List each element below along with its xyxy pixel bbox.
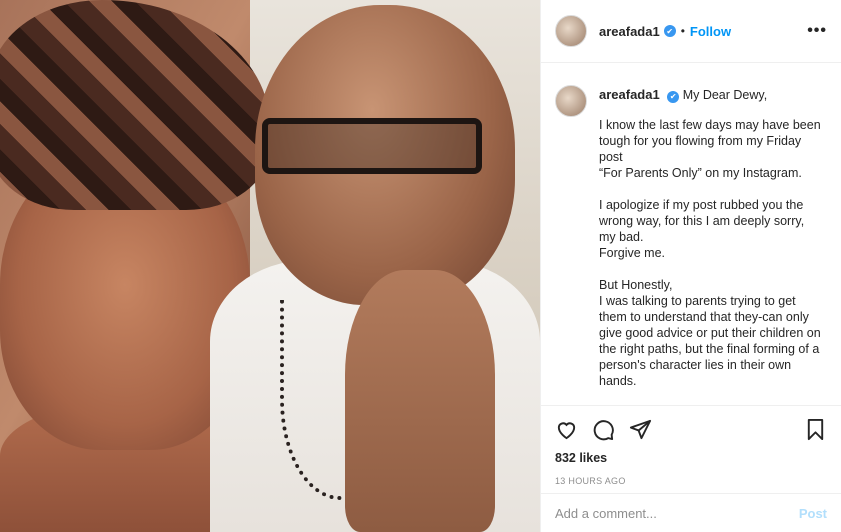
caption-verified-badge-icon: ✔ [667, 91, 680, 103]
heart-icon[interactable] [555, 418, 578, 441]
share-icon[interactable] [629, 418, 652, 441]
caption-avatar[interactable] [555, 85, 587, 117]
comment-bar: Post [541, 493, 841, 532]
caption-greeting: My Dear Dewy, [682, 88, 768, 102]
caption: areafada1 ✔ My Dear Dewy, I know the las… [541, 63, 841, 405]
separator-dot: • [680, 24, 685, 38]
caption-text: I know the last few days may have been t… [599, 118, 821, 388]
avatar[interactable] [555, 15, 587, 47]
timestamp[interactable]: 13 HOURS AGO [555, 476, 827, 486]
post-actions: 832 likes 13 HOURS AGO [541, 405, 841, 486]
bookmark-icon[interactable] [804, 418, 827, 441]
post-sidebar: areafada1 ✔ • Follow ••• areafada1 ✔ My … [540, 0, 841, 532]
post-header: areafada1 ✔ • Follow ••• [541, 0, 841, 63]
likes-count[interactable]: 832 likes [555, 451, 827, 465]
photo-hand [345, 270, 495, 532]
post-photo[interactable] [0, 0, 540, 532]
caption-body: areafada1 ✔ My Dear Dewy, I know the las… [599, 87, 824, 405]
header-username[interactable]: areafada1 [599, 24, 660, 39]
caption-username[interactable]: areafada1 [599, 87, 660, 102]
more-options-icon[interactable]: ••• [807, 22, 827, 40]
verified-badge-icon: ✔ [663, 25, 676, 37]
post-comment-button[interactable]: Post [799, 506, 827, 521]
comment-icon[interactable] [592, 418, 615, 441]
follow-button[interactable]: Follow [690, 24, 731, 39]
comment-input[interactable] [555, 505, 799, 521]
photo-glasses [262, 118, 482, 174]
photo-headwrap [0, 0, 270, 210]
